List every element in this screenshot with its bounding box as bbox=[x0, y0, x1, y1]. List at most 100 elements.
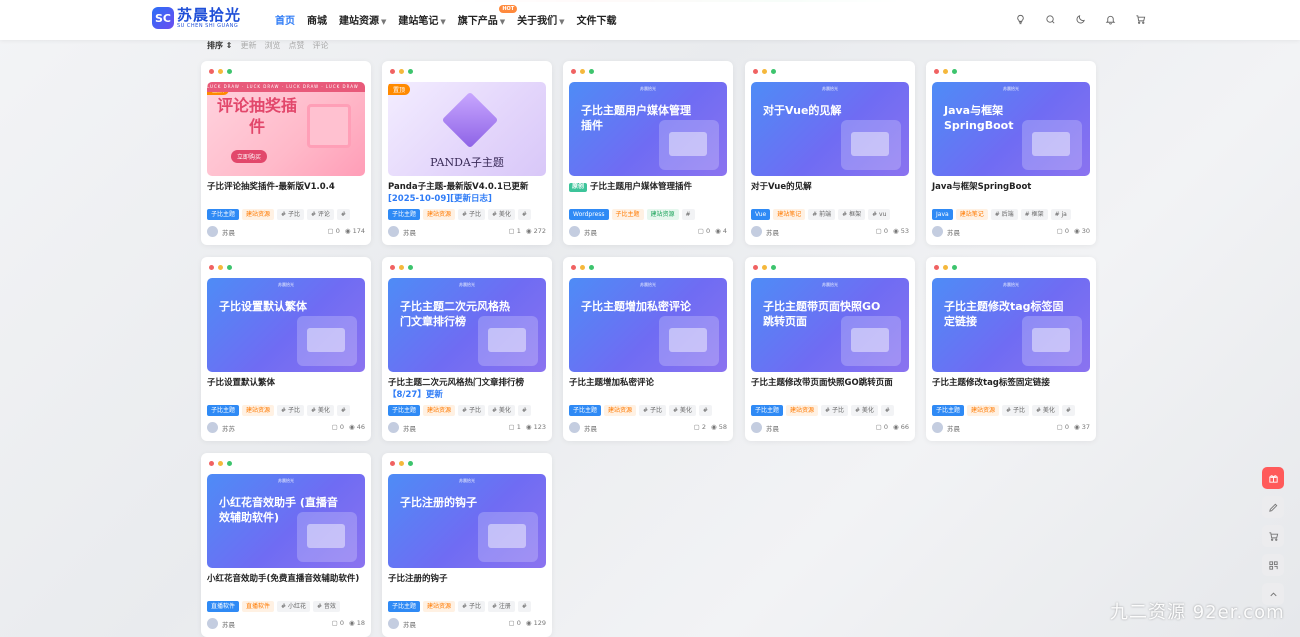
post-thumbnail[interactable]: 苏晨拾光 子比主题二次元风格热门文章排行榜 bbox=[388, 278, 546, 372]
post-tag[interactable]: # bbox=[517, 405, 531, 416]
post-author[interactable]: 苏晨 bbox=[403, 227, 416, 237]
post-title-block[interactable]: 子比评论抽奖插件-最新版V1.0.4 bbox=[207, 181, 365, 193]
qrcode-icon[interactable] bbox=[1262, 554, 1284, 576]
post-tag[interactable]: 子比主题 bbox=[388, 209, 421, 220]
post-card[interactable]: 苏晨拾光 子比主题二次元风格热门文章排行榜 子比主题二次元风格热门文章排行榜 【8… bbox=[382, 257, 552, 441]
nav-item-products[interactable]: 旗下产品 ▼ HOT bbox=[458, 5, 518, 27]
nav-item-about[interactable]: 关于我们 ▼ bbox=[517, 12, 564, 27]
post-author[interactable]: 苏晨 bbox=[222, 619, 235, 629]
post-thumbnail[interactable]: 苏晨拾光 子比主题用户媒体管理插件 bbox=[569, 82, 727, 176]
post-thumbnail[interactable]: 苏晨拾光 对于Vue的见解 bbox=[751, 82, 909, 176]
post-tag[interactable]: Java bbox=[932, 209, 953, 220]
post-title-block[interactable]: 子比设置默认繁体 bbox=[207, 377, 365, 389]
post-thumbnail[interactable]: 苏晨拾光 子比注册的钩子 bbox=[388, 474, 546, 568]
post-tag[interactable]: # bbox=[698, 405, 712, 416]
sort-dropdown[interactable]: 排序 ⇕ bbox=[207, 40, 233, 51]
post-tag[interactable]: Vue bbox=[751, 209, 771, 220]
post-tag[interactable]: 子比主题 bbox=[388, 601, 421, 612]
post-author[interactable]: 苏晨 bbox=[584, 423, 597, 433]
post-tag[interactable]: 建站资源 bbox=[423, 601, 456, 612]
avatar[interactable] bbox=[932, 422, 943, 433]
post-tag[interactable]: # bbox=[336, 209, 350, 220]
post-tag[interactable]: # 评论 bbox=[306, 209, 334, 220]
post-tag[interactable]: # 子比 bbox=[458, 405, 485, 416]
moon-icon[interactable] bbox=[1072, 11, 1088, 27]
post-card[interactable]: 置顶 PANDA子主题 Panda子主题-最新版V4.0.1已更新 [2025-1… bbox=[382, 61, 552, 245]
site-logo[interactable]: SC 苏晨拾光 SU CHEN SHI GUANG bbox=[152, 7, 241, 29]
post-author[interactable]: 苏晨 bbox=[947, 423, 960, 433]
post-author[interactable]: 苏晨 bbox=[584, 227, 597, 237]
avatar[interactable] bbox=[388, 226, 399, 237]
post-card[interactable]: 苏晨拾光 子比主题带页面快照GO跳转页面 子比主题修改带页面快照GO跳转页面 子… bbox=[745, 257, 915, 441]
post-tag[interactable]: # 美化 bbox=[306, 405, 334, 416]
bell-icon[interactable] bbox=[1102, 11, 1118, 27]
post-author[interactable]: 苏苏 bbox=[222, 423, 235, 433]
post-tag[interactable]: # 美化 bbox=[487, 405, 515, 416]
post-card[interactable]: 苏晨拾光 小红花音效助手 (直播音效辅助软件) 小红花音效助手(免费直播音效辅助… bbox=[201, 453, 371, 637]
avatar[interactable] bbox=[207, 422, 218, 433]
post-tag[interactable]: 建站资源 bbox=[967, 405, 1000, 416]
post-tag[interactable]: 子比主题 bbox=[611, 209, 644, 220]
post-tag[interactable]: # bbox=[1061, 405, 1075, 416]
nav-item-home[interactable]: 首页 bbox=[275, 12, 295, 27]
post-title-block[interactable]: Panda子主题-最新版V4.0.1已更新 [2025-10-09][更新日志] bbox=[388, 181, 546, 206]
post-tag[interactable]: # bbox=[681, 209, 695, 220]
post-tag[interactable]: 建站资源 bbox=[423, 405, 456, 416]
post-tag[interactable]: # 前端 bbox=[808, 209, 836, 220]
post-title-block[interactable]: Java与框架SpringBoot bbox=[932, 181, 1090, 193]
post-tag[interactable]: 子比主题 bbox=[207, 405, 240, 416]
post-author[interactable]: 苏晨 bbox=[403, 423, 416, 433]
post-card[interactable]: 苏晨拾光 子比主题增加私密评论 子比主题增加私密评论 子比主题 建站资源 # 子比 #… bbox=[563, 257, 733, 441]
bulb-icon[interactable] bbox=[1012, 11, 1028, 27]
post-title-block[interactable]: 子比主题修改带页面快照GO跳转页面 bbox=[751, 377, 909, 389]
post-tag[interactable]: # vu bbox=[868, 209, 891, 220]
post-tag[interactable]: 建站资源 bbox=[646, 209, 679, 220]
avatar[interactable] bbox=[569, 422, 580, 433]
post-title-block[interactable]: 对于Vue的见解 bbox=[751, 181, 909, 193]
post-tag[interactable]: # 子比 bbox=[639, 405, 666, 416]
post-tag[interactable]: # bbox=[880, 405, 894, 416]
sort-option-updated[interactable]: 更新 bbox=[241, 40, 257, 51]
post-tag[interactable]: # 注册 bbox=[487, 601, 515, 612]
post-tag[interactable]: 建站资源 bbox=[604, 405, 637, 416]
post-thumbnail[interactable]: 置顶 PANDA子主题 bbox=[388, 82, 546, 176]
post-tag[interactable]: # bbox=[517, 209, 531, 220]
post-thumbnail[interactable]: 苏晨拾光 子比主题修改tag标签固定链接 bbox=[932, 278, 1090, 372]
post-tag[interactable]: 直播软件 bbox=[242, 601, 275, 612]
post-tag[interactable]: 建站笔记 bbox=[773, 209, 806, 220]
post-tag[interactable]: 子比主题 bbox=[751, 405, 784, 416]
post-tag[interactable]: # 子比 bbox=[1002, 405, 1029, 416]
post-thumbnail[interactable]: 苏晨拾光 子比主题带页面快照GO跳转页面 bbox=[751, 278, 909, 372]
post-title-block[interactable]: 原创 子比主题用户媒体管理插件 bbox=[569, 181, 727, 193]
post-title-block[interactable]: 子比主题修改tag标签固定链接 bbox=[932, 377, 1090, 389]
post-tag[interactable]: # 音效 bbox=[312, 601, 340, 612]
avatar[interactable] bbox=[751, 226, 762, 237]
post-title-block[interactable]: 子比主题增加私密评论 bbox=[569, 377, 727, 389]
post-title-block[interactable]: 子比主题二次元风格热门文章排行榜 【8/27】更新 bbox=[388, 377, 546, 402]
avatar[interactable] bbox=[932, 226, 943, 237]
post-card[interactable]: 苏晨拾光 子比主题用户媒体管理插件 原创 子比主题用户媒体管理插件 Wordpre… bbox=[563, 61, 733, 245]
post-tag[interactable]: 建站资源 bbox=[423, 209, 456, 220]
post-thumbnail[interactable]: 苏晨拾光 小红花音效助手 (直播音效辅助软件) bbox=[207, 474, 365, 568]
post-tag[interactable]: # 子比 bbox=[458, 209, 485, 220]
post-author[interactable]: 苏晨 bbox=[947, 227, 960, 237]
avatar[interactable] bbox=[207, 226, 218, 237]
post-tag[interactable]: 直播软件 bbox=[207, 601, 240, 612]
post-card[interactable]: 苏晨拾光 子比设置默认繁体 子比设置默认繁体 子比主题 建站资源 # 子比 # 美化 #… bbox=[201, 257, 371, 441]
post-tag[interactable]: 建站笔记 bbox=[955, 209, 988, 220]
post-tag[interactable]: # 子比 bbox=[277, 405, 304, 416]
post-author[interactable]: 苏晨 bbox=[403, 619, 416, 629]
post-tag[interactable]: # bbox=[336, 405, 350, 416]
avatar[interactable] bbox=[207, 618, 218, 629]
post-tag[interactable]: 建站资源 bbox=[242, 405, 275, 416]
post-card[interactable]: 置顶LUCK DRAW · LUCK DRAW · LUCK DRAW · LU… bbox=[201, 61, 371, 245]
post-tag[interactable]: # 子比 bbox=[821, 405, 848, 416]
post-thumbnail[interactable]: 苏晨拾光 子比设置默认繁体 bbox=[207, 278, 365, 372]
nav-item-site-resources[interactable]: 建站资源 ▼ bbox=[339, 12, 386, 27]
post-tag[interactable]: 子比主题 bbox=[207, 209, 240, 220]
post-card[interactable]: 苏晨拾光 Java与框架 SpringBoot Java与框架SpringBoo… bbox=[926, 61, 1096, 245]
post-tag[interactable]: Wordpress bbox=[569, 209, 609, 220]
post-tag[interactable]: # 子比 bbox=[458, 601, 485, 612]
post-author[interactable]: 苏晨 bbox=[766, 423, 779, 433]
nav-item-downloads[interactable]: 文件下载 bbox=[577, 12, 617, 27]
